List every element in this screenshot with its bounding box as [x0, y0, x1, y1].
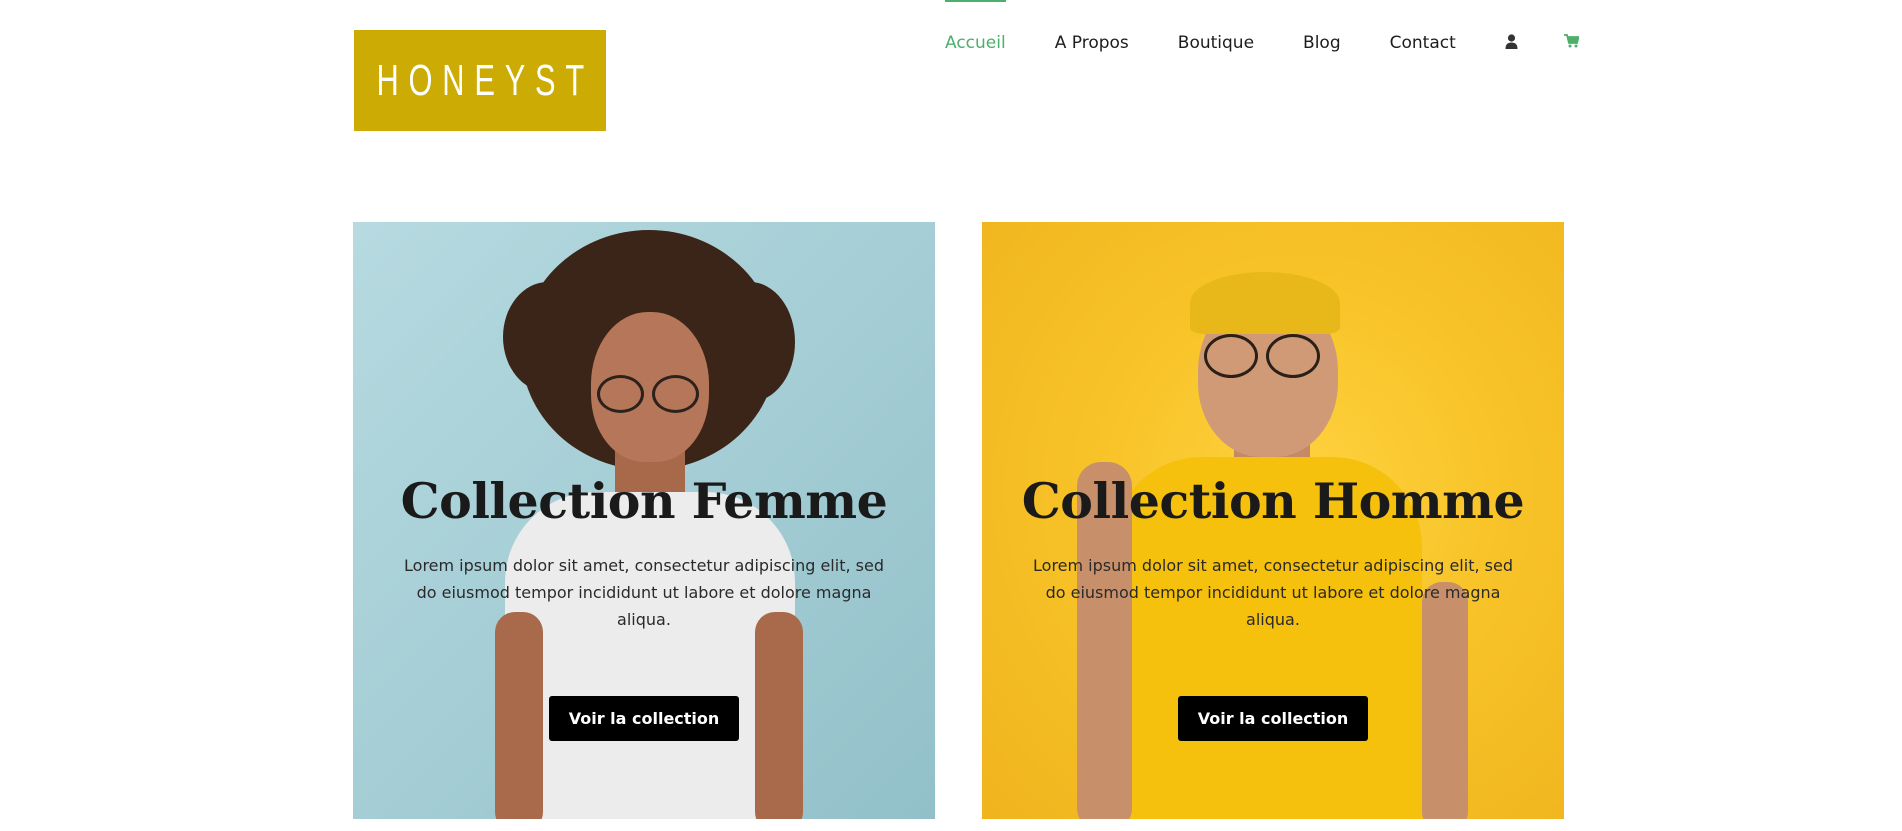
- collection-content-femme: Collection Femme Lorem ipsum dolor sit a…: [353, 472, 935, 741]
- collection-card-femme: Collection Femme Lorem ipsum dolor sit a…: [353, 222, 935, 819]
- nav-item-a-propos[interactable]: A Propos: [1055, 0, 1129, 88]
- collections-section: Collection Femme Lorem ipsum dolor sit a…: [353, 222, 1564, 819]
- view-collection-button[interactable]: Voir la collection: [549, 696, 739, 741]
- collection-description: Lorem ipsum dolor sit amet, consectetur …: [404, 556, 884, 629]
- nav-item-boutique[interactable]: Boutique: [1178, 0, 1254, 88]
- main-nav: Accueil A Propos Boutique Blog Contact: [945, 0, 1625, 90]
- user-icon[interactable]: [1505, 0, 1518, 88]
- view-collection-button[interactable]: Voir la collection: [1178, 696, 1368, 741]
- brand-logo[interactable]: HONEYST: [354, 30, 606, 131]
- nav-item-blog[interactable]: Blog: [1303, 0, 1341, 88]
- collection-title: Collection Femme: [400, 472, 888, 530]
- collection-title: Collection Homme: [1021, 472, 1525, 530]
- nav-item-accueil[interactable]: Accueil: [945, 0, 1006, 88]
- collection-description: Lorem ipsum dolor sit amet, consectetur …: [1033, 556, 1513, 629]
- collection-content-homme: Collection Homme Lorem ipsum dolor sit a…: [982, 472, 1564, 741]
- cart-icon[interactable]: [1563, 0, 1579, 88]
- brand-logo-text: HONEYST: [376, 55, 594, 105]
- nav-item-contact[interactable]: Contact: [1390, 0, 1456, 88]
- site-header: HONEYST Accueil A Propos Boutique Blog C…: [0, 0, 1902, 150]
- collection-card-homme: Collection Homme Lorem ipsum dolor sit a…: [982, 222, 1564, 819]
